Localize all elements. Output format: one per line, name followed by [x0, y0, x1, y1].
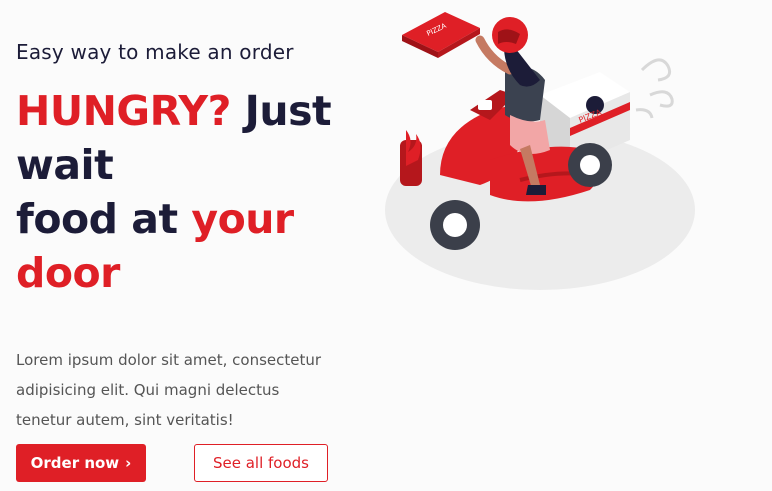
headline-wait: wait [16, 141, 114, 189]
food-bag-icon [400, 130, 422, 186]
wind-icon [635, 58, 674, 119]
order-now-label: Order now [30, 454, 120, 472]
order-now-button[interactable]: Order now › [16, 444, 146, 482]
hero-description: Lorem ipsum dolor sit amet, consectetur … [16, 351, 322, 429]
hero-headline: HUNGRY? Just wait food at your door [16, 84, 356, 300]
headline-just: Just [244, 87, 332, 135]
see-all-foods-button[interactable]: See all foods [194, 444, 328, 482]
headline-your: your [191, 195, 294, 243]
headline-door: door [16, 249, 120, 297]
headline-food-at: food at [16, 195, 178, 243]
chevron-right-icon: › [125, 454, 132, 472]
delivery-illustration: PIZZA PIZZA [385, 12, 695, 290]
pizza-box-icon: PIZZA [402, 12, 480, 58]
hero-subtitle: Easy way to make an order [16, 40, 294, 64]
hero-text: Easy way to make an order HUNGRY? Just w… [16, 40, 356, 300]
headline-hungry: HUNGRY? [16, 87, 231, 135]
